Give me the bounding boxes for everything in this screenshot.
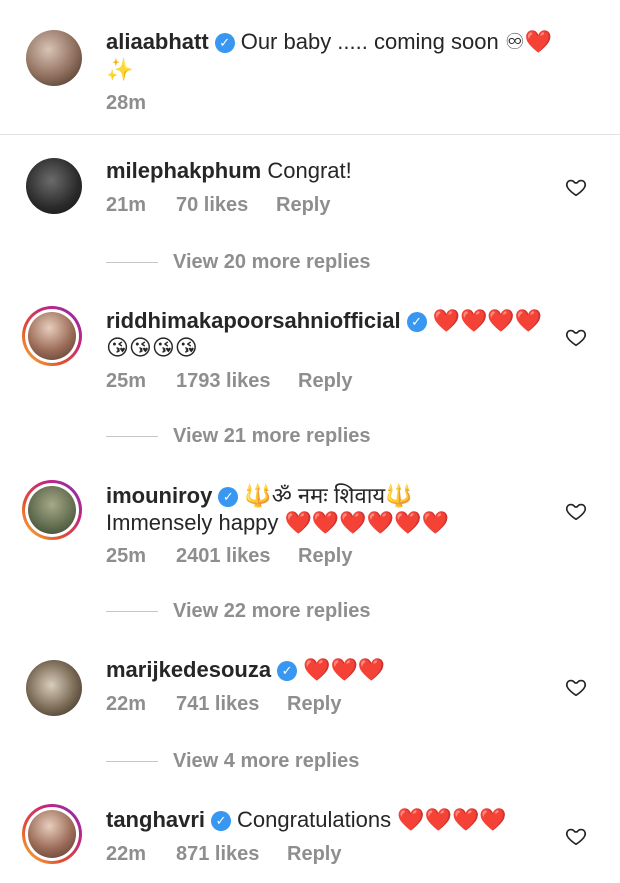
comment-timestamp: 22m — [106, 693, 147, 715]
view-more-replies-button[interactable]: View 21 more replies — [173, 425, 371, 448]
verified-badge-icon: ✓ — [218, 487, 239, 507]
comment-timestamp: 25m — [106, 545, 147, 567]
heart-outline-icon[interactable] — [565, 825, 587, 847]
heart-outline-icon[interactable] — [565, 326, 587, 348]
comment-text-line2: Immensely happy ❤️❤️❤️❤️❤️❤️ — [106, 510, 449, 535]
comment-username[interactable]: marijkedesouza — [106, 657, 271, 682]
caption-line-2: ✨ — [106, 56, 133, 84]
comment-username[interactable]: tanghavri — [106, 807, 205, 832]
comment-line-1: imouniroy ✓ 🔱ॐ नमः शिवाय🔱 — [106, 482, 413, 510]
comment-line-1: riddhimakapoorsahniofficial ✓ ❤️❤️❤️❤️ — [106, 307, 542, 335]
comment-likes[interactable]: 70 likes — [176, 194, 248, 217]
caption-text: Our baby ..... coming soon ♾❤️ — [240, 29, 552, 54]
comment-text: Congratulations ❤️❤️❤️❤️ — [237, 807, 507, 832]
caption-line-1: aliaabhatt ✓ Our baby ..... coming soon ♾❤… — [106, 28, 552, 56]
comment-line-2: 😘😘😘😘 — [106, 334, 198, 362]
comment-text: ❤️❤️❤️ — [303, 657, 386, 682]
comment-line-1: marijkedesouza ✓ ❤️❤️❤️ — [106, 656, 385, 684]
view-replies-line — [106, 436, 158, 437]
verified-badge-icon: ✓ — [214, 33, 235, 53]
reply-button[interactable]: Reply — [287, 843, 341, 866]
view-more-replies-button[interactable]: View 4 more replies — [173, 750, 359, 773]
verified-badge-icon: ✓ — [211, 811, 232, 831]
reply-button[interactable]: Reply — [298, 370, 352, 393]
reply-button[interactable]: Reply — [287, 693, 341, 716]
comment-text-line2: 😘😘😘😘 — [106, 335, 198, 360]
comment-likes[interactable]: 871 likes — [176, 843, 259, 866]
caption-username[interactable]: aliaabhatt — [106, 29, 209, 54]
comment-text: ❤️❤️❤️❤️ — [432, 308, 543, 333]
comment-likes[interactable]: 741 likes — [176, 693, 259, 716]
caption-text-line2: ✨ — [106, 57, 134, 82]
view-replies-line — [106, 761, 158, 762]
avatar[interactable] — [26, 30, 82, 86]
heart-outline-icon[interactable] — [565, 176, 587, 198]
reply-button[interactable]: Reply — [298, 545, 352, 568]
comment-line-1: tanghavri ✓ Congratulations ❤️❤️❤️❤️ — [106, 806, 507, 834]
avatar[interactable] — [26, 660, 82, 716]
avatar[interactable] — [22, 480, 82, 540]
comment-timestamp: 21m — [106, 194, 147, 216]
view-more-replies-button[interactable]: View 20 more replies — [173, 251, 371, 274]
comment-line-1: milephakphum Congrat! — [106, 157, 352, 185]
comment-timestamp: 25m — [106, 370, 147, 392]
view-more-replies-button[interactable]: View 22 more replies — [173, 600, 371, 623]
caption-timestamp: 28m — [106, 92, 147, 114]
divider — [0, 134, 620, 135]
comment-username[interactable]: milephakphum — [106, 158, 261, 183]
comment-line-2: Immensely happy ❤️❤️❤️❤️❤️❤️ — [106, 509, 449, 537]
heart-outline-icon[interactable] — [565, 676, 587, 698]
view-replies-line — [106, 262, 158, 263]
avatar[interactable] — [22, 804, 82, 864]
avatar[interactable] — [26, 158, 82, 214]
post-caption: aliaabhatt ✓ Our baby ..... coming soon ♾❤… — [0, 0, 620, 134]
comment-timestamp: 22m — [106, 843, 147, 865]
comment-likes[interactable]: 2401 likes — [176, 545, 271, 568]
comment-text: Congrat! — [267, 158, 352, 183]
comment-likes[interactable]: 1793 likes — [176, 370, 271, 393]
verified-badge-icon: ✓ — [406, 312, 427, 332]
heart-outline-icon[interactable] — [565, 500, 587, 522]
view-replies-line — [106, 611, 158, 612]
reply-button[interactable]: Reply — [276, 194, 330, 217]
verified-badge-icon: ✓ — [277, 661, 298, 681]
comment-text: 🔱ॐ नमः शिवाय🔱 — [244, 483, 413, 508]
comment-username[interactable]: riddhimakapoorsahniofficial — [106, 308, 401, 333]
avatar[interactable] — [22, 306, 82, 366]
comment-username[interactable]: imouniroy — [106, 483, 212, 508]
